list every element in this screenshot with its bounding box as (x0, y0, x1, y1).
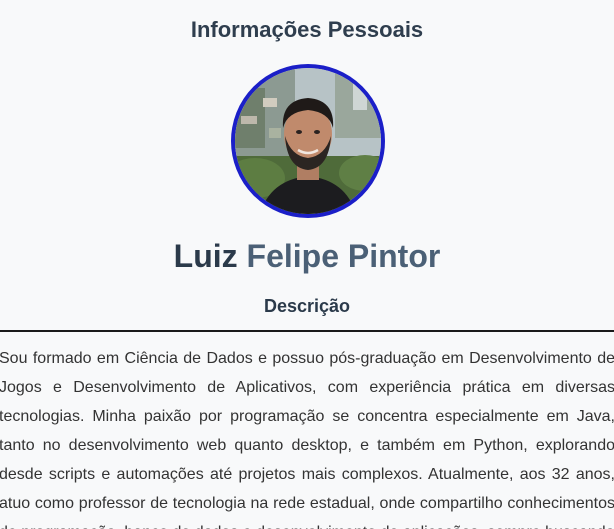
person-name: Luiz Felipe Pintor (0, 234, 614, 278)
name-first: Luiz (173, 238, 238, 274)
profile-page: Informações Pessoais Luiz Felipe Pintor … (0, 0, 614, 529)
divider (0, 330, 614, 332)
name-rest: Felipe Pintor (246, 238, 441, 274)
description-title: Descrição (263, 296, 351, 316)
avatar (231, 64, 385, 218)
avatar-photo (235, 68, 381, 214)
description-text: Sou formado em Ciência de Dados e possuo… (0, 350, 614, 529)
section-title: Informações Pessoais (190, 17, 424, 42)
